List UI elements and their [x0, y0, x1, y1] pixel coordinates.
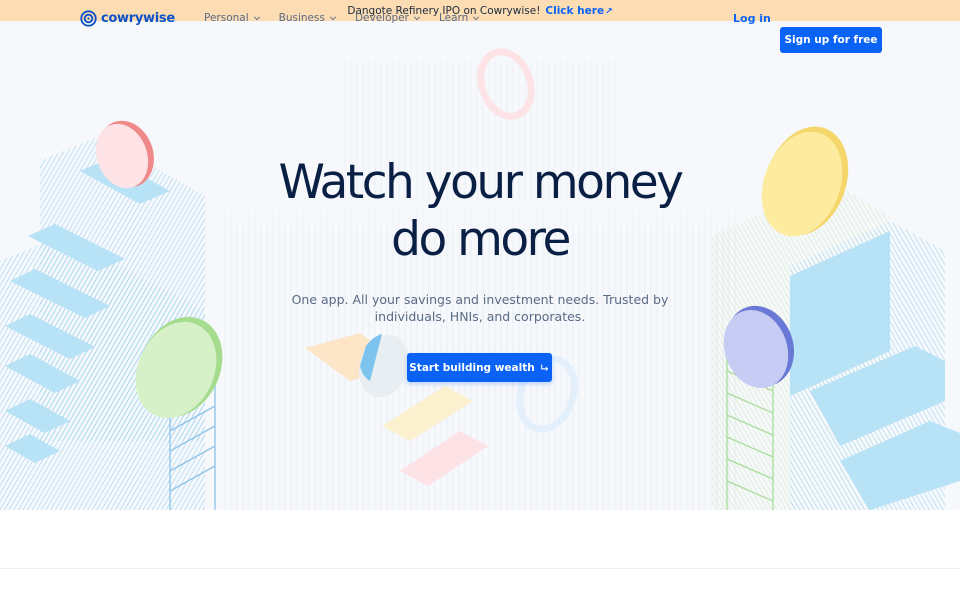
announcement-link-label: Click here	[545, 4, 605, 17]
headline-line-1: Watch your money	[278, 155, 684, 210]
menu-item-label: Developer	[354, 12, 409, 24]
headline-line-2: do more	[391, 212, 571, 267]
signup-button[interactable]: Sign up for free	[780, 27, 882, 53]
cowrywise-logo[interactable]: cowrywise	[80, 10, 175, 27]
menu-item-learn[interactable]: Learn	[439, 12, 480, 24]
hero-subtitle: One app. All your savings and investment…	[291, 292, 669, 324]
left-staircase	[0, 120, 223, 510]
hero-headline: Watch your money do more	[240, 154, 720, 268]
menu-item-label: Business	[278, 12, 325, 24]
section-divider	[0, 568, 960, 569]
chevron-down-icon	[253, 16, 260, 21]
chevron-down-icon	[473, 16, 480, 21]
cta-label: Start building wealth	[409, 361, 535, 374]
cowrywise-logo-icon	[80, 10, 97, 27]
external-arrow-icon: ↗	[605, 6, 613, 17]
login-link[interactable]: Log in	[733, 12, 771, 25]
menu-item-business[interactable]: Business	[279, 12, 337, 24]
menu-item-label: Learn	[438, 12, 469, 24]
announcement-link[interactable]: Click here↗	[545, 5, 612, 17]
menu-item-developer[interactable]: Developer	[355, 12, 421, 24]
start-building-wealth-button[interactable]: Start building wealth	[407, 353, 552, 382]
menu-item-personal[interactable]: Personal	[204, 12, 261, 24]
right-staircase	[712, 126, 960, 510]
menu-item-label: Personal	[204, 12, 249, 24]
chevron-down-icon	[413, 16, 421, 21]
main-menu: Personal Business Developer Learn	[204, 12, 480, 24]
logo-text: cowrywise	[101, 11, 175, 26]
chevron-down-icon	[329, 16, 337, 21]
arrow-turn-icon	[540, 364, 549, 371]
